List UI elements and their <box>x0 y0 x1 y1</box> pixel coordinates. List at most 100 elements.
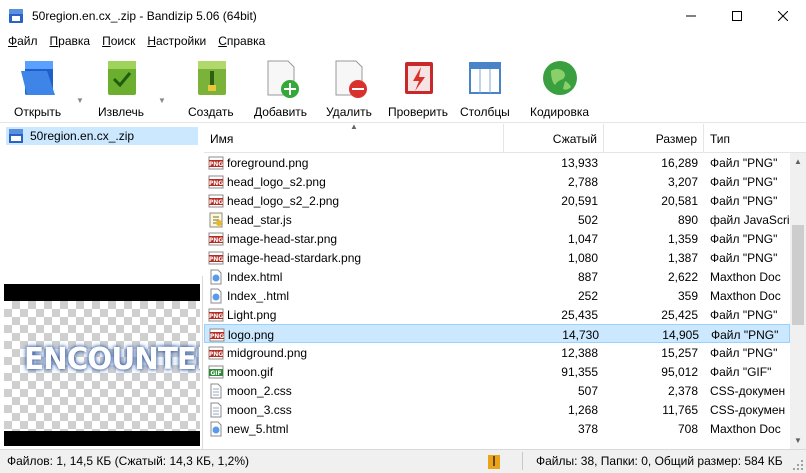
file-row[interactable]: PNG foreground.png 13,933 16,289 Файл "PNG" <box>204 153 790 172</box>
html-file-icon <box>208 288 224 304</box>
extract-button[interactable]: Извлечь <box>98 57 144 121</box>
menu-file[interactable]: Файл <box>2 34 44 48</box>
scroll-up-icon[interactable]: ▲ <box>790 153 806 170</box>
vertical-scrollbar[interactable]: ▲ ▼ <box>790 153 806 449</box>
add-file-icon <box>260 57 302 99</box>
file-row[interactable]: PNG midground.png 12,388 15,257 Файл "PNG" <box>204 343 790 362</box>
file-row[interactable]: PNG head_logo_s2.png 2,788 3,207 Файл "PNG" <box>204 172 790 191</box>
add-button[interactable]: Добавить <box>254 57 307 121</box>
menu-settings-label: астройки <box>156 34 207 48</box>
file-row[interactable]: GIF moon.gif 91,355 95,012 Файл "GIF" <box>204 362 790 381</box>
open-dropdown-icon[interactable]: ▼ <box>76 96 84 105</box>
create-button[interactable]: Создать <box>188 57 234 121</box>
file-row[interactable]: new_5.html 378 708 Maxthon Doc <box>204 419 790 438</box>
open-button[interactable]: Открыть <box>14 57 61 121</box>
menu-help-label: правка <box>226 34 266 48</box>
file-name-cell: PNG Light.png <box>208 305 504 324</box>
file-size: 20,581 <box>661 193 698 208</box>
file-size: 2,378 <box>667 383 698 398</box>
encoding-label: Кодировка <box>530 105 590 119</box>
file-name-cell: Index.html <box>208 267 504 286</box>
scrollbar-thumb[interactable] <box>792 225 804 325</box>
file-compressed: 1,268 <box>567 402 598 417</box>
file-name-cell: PNG head_logo_s2_2.png <box>208 191 504 210</box>
column-header-type[interactable]: Тип <box>704 124 806 153</box>
file-size: 3,207 <box>667 174 698 189</box>
columns-button[interactable]: Столбцы <box>460 57 510 121</box>
file-row[interactable]: PNG Light.png 25,435 25,425 Файл "PNG" <box>204 305 790 324</box>
menu-settings-mnemonic: Н <box>147 34 156 48</box>
file-type: Файл "PNG" <box>711 327 779 342</box>
column-header-size[interactable]: Размер <box>604 124 704 153</box>
file-type: Файл "GIF" <box>710 364 772 379</box>
file-name: moon.gif <box>227 364 274 379</box>
file-size: 708 <box>677 421 698 436</box>
menu-bar: Файл Правка Поиск Настройки Справка <box>0 31 806 51</box>
status-selection: Файлов: 1, 14,5 КБ (Сжатый: 14,3 КБ, 1,2… <box>7 454 250 468</box>
menu-settings[interactable]: Настройки <box>141 34 212 48</box>
file-size: 95,012 <box>661 364 698 379</box>
png-file-icon: PNG <box>208 231 224 247</box>
file-size: 14,905 <box>662 327 699 342</box>
menu-help[interactable]: Справка <box>212 34 271 48</box>
close-button[interactable] <box>760 0 806 31</box>
file-row[interactable]: Index.html 887 2,622 Maxthon Doc <box>204 267 790 286</box>
file-row[interactable]: moon_3.css 1,268 11,765 CSS-докумен <box>204 400 790 419</box>
minimize-button[interactable] <box>668 0 714 31</box>
file-name-cell: PNG midground.png <box>208 343 504 362</box>
file-row[interactable]: PNG head_logo_s2_2.png 20,591 20,581 Файл "P… <box>204 191 790 210</box>
file-size: 1,387 <box>667 250 698 265</box>
file-type: Файл "PNG" <box>710 307 778 322</box>
extract-label: Извлечь <box>98 105 145 119</box>
html-file-icon <box>208 269 224 285</box>
menu-edit[interactable]: Правка <box>44 34 97 48</box>
menu-edit-mnemonic: П <box>49 34 59 48</box>
file-compressed: 1,047 <box>567 231 598 246</box>
extract-dropdown-icon[interactable]: ▼ <box>158 96 166 105</box>
file-compressed: 507 <box>577 383 598 398</box>
encoding-button[interactable]: Кодировка <box>530 57 589 121</box>
delete-button[interactable]: Удалить <box>326 57 372 121</box>
file-size: 359 <box>677 288 698 303</box>
file-name-cell: PNG logo.png <box>209 325 505 344</box>
png-file-icon: PNG <box>208 345 224 361</box>
svg-text:PNG: PNG <box>209 199 223 206</box>
file-size: 16,289 <box>661 155 698 170</box>
list-header: Имя ▲ Сжатый Размер Тип <box>204 124 806 153</box>
create-archive-icon <box>190 57 232 99</box>
file-list: Имя ▲ Сжатый Размер Тип PNG foreground.pn… <box>204 124 806 449</box>
file-row[interactable]: head_star.js 502 890 файл JavaScri <box>204 210 790 229</box>
file-type: Maxthon Doc <box>710 269 781 284</box>
file-name: moon_3.css <box>227 402 292 417</box>
file-name: image-head-star.png <box>227 231 338 246</box>
gif-file-icon: GIF <box>208 364 224 380</box>
file-row[interactable]: Index_.html 252 359 Maxthon Doc <box>204 286 790 305</box>
file-type: Файл "PNG" <box>710 231 778 246</box>
svg-text:PNG: PNG <box>210 333 224 340</box>
resize-grip-icon[interactable] <box>792 459 804 471</box>
file-name-cell: PNG image-head-star.png <box>208 229 504 248</box>
test-label: Проверить <box>388 105 449 119</box>
file-row[interactable]: PNG image-head-star.png 1,047 1,359 Файл "PN… <box>204 229 790 248</box>
column-header-compressed[interactable]: Сжатый <box>504 124 604 153</box>
file-type: Maxthon Doc <box>710 421 781 436</box>
scroll-down-icon[interactable]: ▼ <box>790 432 806 449</box>
file-row[interactable]: PNG image-head-stardark.png 1,080 1,387 Файл… <box>204 248 790 267</box>
test-button[interactable]: Проверить <box>388 57 448 121</box>
svg-text:GIF: GIF <box>210 370 221 377</box>
png-file-icon: PNG <box>209 327 225 343</box>
extract-icon <box>100 57 142 99</box>
file-name: head_logo_s2_2.png <box>227 193 340 208</box>
globe-icon <box>539 57 581 99</box>
file-name-cell: GIF moon.gif <box>208 362 504 381</box>
file-size: 15,257 <box>661 345 698 360</box>
tree-item-archive[interactable]: 50region.en.cx_.zip <box>6 127 198 145</box>
maximize-button[interactable] <box>714 0 760 31</box>
file-compressed: 14,730 <box>562 327 599 342</box>
file-row[interactable]: PNG logo.png 14,730 14,905 Файл "PNG" <box>204 324 790 343</box>
menu-search[interactable]: Поиск <box>96 34 141 48</box>
file-row[interactable]: moon_2.css 507 2,378 CSS-докумен <box>204 381 790 400</box>
svg-text:PNG: PNG <box>209 180 223 187</box>
tree-item-label: 50region.en.cx_.zip <box>30 129 135 143</box>
file-size: 1,359 <box>667 231 698 246</box>
